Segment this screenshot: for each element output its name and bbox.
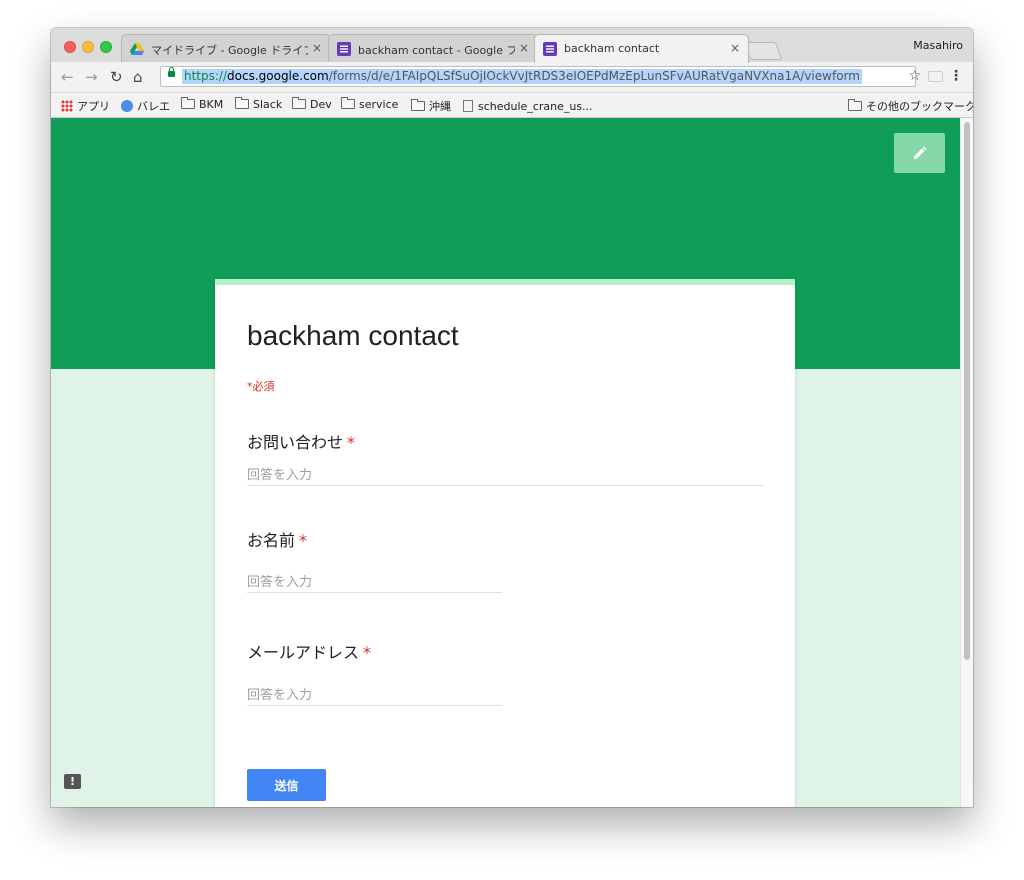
scrollbar-thumb[interactable]: [964, 122, 970, 660]
tab-form-editor[interactable]: backham contact - Google フォ ×: [328, 34, 538, 62]
url-text[interactable]: https://docs.google.com/forms/d/e/1FAIpQ…: [182, 69, 862, 84]
bookmark-bkm[interactable]: BKM: [181, 97, 224, 111]
question-label-inquiry: お問い合わせ *: [247, 429, 355, 453]
bookmark-schedule[interactable]: schedule_crane_us...: [463, 98, 593, 113]
inquiry-input[interactable]: [247, 465, 764, 486]
question-label-email: メールアドレス *: [247, 639, 371, 663]
edit-form-button[interactable]: [894, 133, 945, 173]
tab-strip: マイドライブ - Google ドライブ × backham contact -…: [51, 28, 973, 63]
bookmark-label: service: [359, 98, 399, 111]
bookmark-label: 沖縄: [429, 100, 451, 113]
close-tab-icon[interactable]: ×: [730, 41, 740, 55]
required-note: *必須: [247, 380, 275, 393]
required-asterisk: *: [363, 643, 372, 662]
maximize-window-button[interactable]: [100, 41, 112, 53]
other-bookmarks-label: その他のブックマーク: [866, 100, 973, 113]
pencil-icon: [914, 146, 927, 159]
bookmark-ballet[interactable]: バレエ: [121, 98, 170, 114]
new-tab-button[interactable]: [743, 42, 783, 60]
scrollbar[interactable]: [960, 118, 973, 807]
folder-icon: [181, 97, 195, 109]
bookmark-label: バレエ: [137, 100, 170, 113]
other-bookmarks[interactable]: その他のブックマーク: [848, 98, 973, 114]
lock-icon: [168, 67, 175, 77]
close-tab-icon[interactable]: ×: [519, 41, 529, 55]
submit-button[interactable]: 送信: [247, 769, 326, 801]
question-text: メールアドレス: [247, 643, 360, 662]
card-accent-bar: [215, 279, 795, 285]
feedback-icon[interactable]: !: [64, 774, 81, 789]
bookmark-star-icon[interactable]: ☆: [908, 68, 921, 84]
bookmarks-bar: アプリ バレエ BKM Slack Dev service 沖縄 schedul…: [51, 93, 973, 118]
name-input[interactable]: [247, 572, 502, 593]
google-forms-icon: [543, 42, 557, 56]
bookmark-slack[interactable]: Slack: [235, 97, 283, 111]
home-icon[interactable]: ⌂: [133, 68, 143, 86]
bookmark-label: BKM: [199, 98, 224, 111]
bookmark-apps[interactable]: アプリ: [61, 98, 110, 114]
close-tab-icon[interactable]: ×: [312, 41, 322, 55]
folder-icon: [411, 99, 425, 111]
bookmark-service[interactable]: service: [341, 97, 399, 111]
bookmark-okinawa[interactable]: 沖縄: [411, 98, 451, 114]
url-scheme: https://: [184, 69, 228, 83]
url-path: /forms/d/e/1FAIpQLSfSuOjIOckVvJtRDS3eIOE…: [328, 69, 860, 83]
question-text: お名前: [247, 531, 296, 550]
reload-icon[interactable]: ↻: [110, 68, 123, 86]
close-window-button[interactable]: [64, 41, 76, 53]
google-forms-icon: [337, 42, 351, 56]
bookmark-label: schedule_crane_us...: [478, 100, 593, 113]
question-text: お問い合わせ: [247, 433, 344, 452]
bookmark-dev[interactable]: Dev: [292, 97, 332, 111]
back-arrow-icon[interactable]: ←: [61, 68, 74, 86]
google-drive-icon: [130, 43, 144, 55]
page-viewport: backham contact *必須 お問い合わせ* お名前* メールアドレス…: [51, 118, 973, 807]
tab-drive[interactable]: マイドライブ - Google ドライブ ×: [121, 34, 331, 62]
folder-icon: [341, 97, 355, 109]
menu-icon[interactable]: ⋮: [949, 68, 963, 84]
tab-title: マイドライブ - Google ドライブ: [151, 44, 308, 57]
browser-window: マイドライブ - Google ドライブ × backham contact -…: [51, 28, 973, 807]
cast-icon[interactable]: [928, 71, 943, 82]
required-asterisk: *: [299, 531, 308, 550]
form-title: backham contact: [247, 320, 459, 351]
question-label-name: お名前 *: [247, 527, 307, 551]
toolbar: ← → ↻ ⌂ https://docs.google.com/forms/d/…: [51, 62, 973, 93]
tab-form-live[interactable]: backham contact ×: [534, 34, 749, 63]
form-card: backham contact *必須 お問い合わせ* お名前* メールアドレス…: [215, 279, 795, 807]
address-bar[interactable]: https://docs.google.com/forms/d/e/1FAIpQ…: [160, 66, 916, 87]
minimize-window-button[interactable]: [82, 41, 94, 53]
required-asterisk: *: [347, 433, 356, 452]
url-host: docs.google.com: [227, 69, 329, 83]
forward-arrow-icon[interactable]: →: [85, 68, 98, 86]
folder-icon: [848, 99, 862, 111]
globe-icon: [121, 100, 133, 112]
tab-title: backham contact: [564, 42, 660, 55]
email-input[interactable]: [247, 685, 502, 706]
folder-icon: [292, 97, 306, 109]
tab-title: backham contact - Google フォ: [358, 44, 515, 57]
folder-icon: [235, 97, 249, 109]
profile-name[interactable]: Masahiro: [913, 39, 963, 52]
bookmark-label: Dev: [310, 98, 332, 111]
bookmark-label: Slack: [253, 98, 283, 111]
bookmark-label: アプリ: [77, 100, 110, 113]
page-icon: [463, 100, 473, 112]
apps-grid-icon: [61, 100, 73, 112]
